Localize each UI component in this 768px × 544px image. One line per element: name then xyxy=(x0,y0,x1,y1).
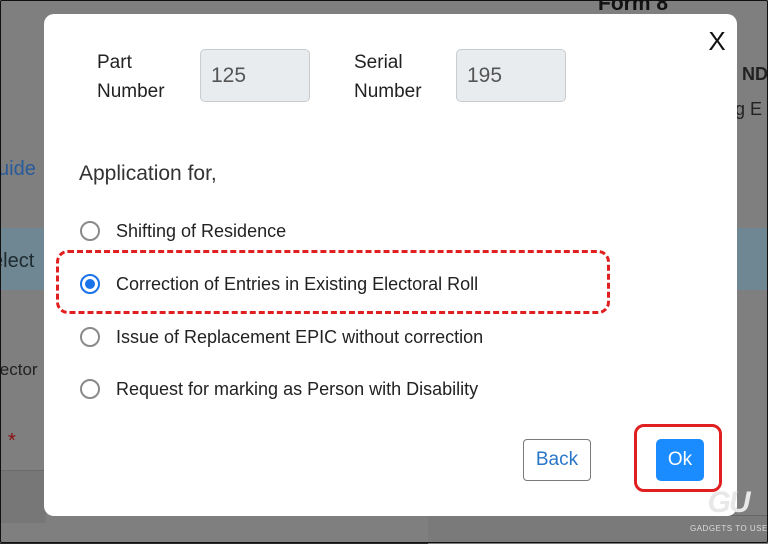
option-label: Shifting of Residence xyxy=(116,220,287,241)
radio-button[interactable] xyxy=(80,379,100,399)
option-label: Correction of Entries in Existing Electo… xyxy=(116,273,479,294)
part-number-label-line1: Part xyxy=(97,52,132,73)
part-number-field[interactable]: 125 xyxy=(200,49,310,102)
part-number-label-line2: Number xyxy=(97,81,165,102)
application-dialog: X Part Number 125 Serial Number 195 Appl… xyxy=(44,14,737,516)
radio-button[interactable] xyxy=(80,221,100,241)
watermark-logo: GU xyxy=(707,486,751,519)
close-button[interactable]: X xyxy=(704,26,730,56)
ok-button[interactable]: Ok xyxy=(656,439,704,481)
background-select-text: elect xyxy=(0,250,35,272)
radio-button-selected[interactable] xyxy=(80,274,100,294)
background-required-star: * xyxy=(8,430,16,452)
radio-button[interactable] xyxy=(80,327,100,347)
serial-number-label: Serial Number xyxy=(354,48,422,106)
background-ind-text: NDI xyxy=(742,64,768,84)
part-number-label: Part Number xyxy=(97,48,165,106)
background-input-left xyxy=(0,470,46,523)
option-issue-of-replacement-epic[interactable]: Issue of Replacement EPIC without correc… xyxy=(80,323,483,351)
serial-number-label-line1: Serial xyxy=(354,52,403,73)
watermark-text: GADGETS TO USE xyxy=(690,524,768,533)
background-elector-text: lector xyxy=(0,360,38,379)
option-person-with-disability[interactable]: Request for marking as Person with Disab… xyxy=(80,375,478,403)
background-guide-link: uide xyxy=(0,158,36,180)
option-label: Request for marking as Person with Disab… xyxy=(116,378,479,399)
option-label: Issue of Replacement EPIC without correc… xyxy=(116,326,484,347)
application-for-label: Application for, xyxy=(79,162,217,185)
back-button[interactable]: Back xyxy=(523,439,591,481)
gadgets-to-use-watermark: GU GADGETS TO USE xyxy=(690,484,768,540)
serial-number-field[interactable]: 195 xyxy=(456,49,566,102)
serial-number-label-line2: Number xyxy=(354,81,422,102)
option-shifting-of-residence[interactable]: Shifting of Residence xyxy=(80,217,286,245)
background-ge-text: g E xyxy=(735,99,763,119)
option-correction-of-entries[interactable]: Correction of Entries in Existing Electo… xyxy=(80,270,478,298)
